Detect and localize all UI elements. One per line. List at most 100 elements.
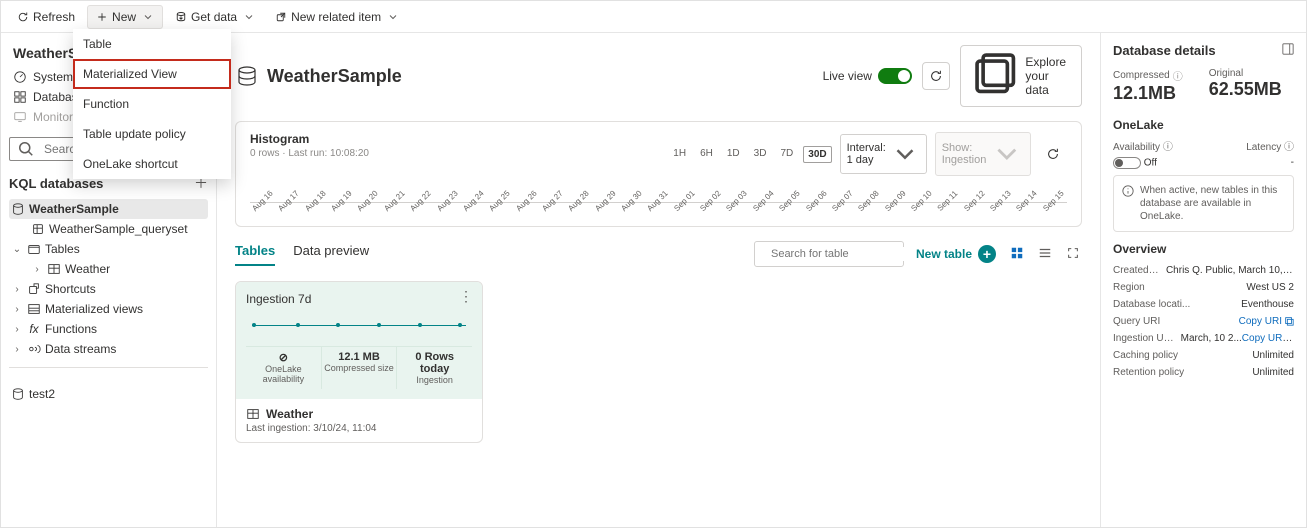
details-expand-button[interactable] bbox=[1282, 43, 1294, 58]
axis-tick: Aug 31 bbox=[645, 188, 670, 213]
explore-data-button[interactable]: Explore your data bbox=[960, 45, 1082, 107]
axis-tick: Aug 18 bbox=[303, 188, 328, 213]
tab-data-preview[interactable]: Data preview bbox=[293, 243, 369, 266]
show-ingestion-label: Show: Ingestion bbox=[942, 142, 987, 166]
fullscreen-button[interactable] bbox=[1064, 244, 1082, 265]
overview-query-uri-k: Query URI bbox=[1113, 316, 1160, 327]
tab-tables[interactable]: Tables bbox=[235, 243, 275, 266]
refresh-main-button[interactable] bbox=[922, 62, 950, 90]
live-view-toggle[interactable]: Live view bbox=[823, 68, 912, 84]
tables-tabs: Tables Data preview bbox=[235, 243, 369, 266]
details-title-text: Database details bbox=[1113, 43, 1216, 58]
divider bbox=[9, 367, 208, 368]
table-search-input[interactable] bbox=[769, 247, 915, 261]
tree-functions-label: Functions bbox=[45, 322, 97, 336]
histogram-axis: Aug 16Aug 17Aug 18Aug 19Aug 20Aug 21Aug … bbox=[250, 202, 1067, 216]
new-table-button[interactable]: New table + bbox=[916, 245, 996, 263]
table-card-weather[interactable]: ⋮ Ingestion 7d bbox=[235, 281, 483, 443]
tree-db-test2[interactable]: test2 bbox=[9, 384, 208, 404]
plus-icon bbox=[96, 11, 108, 23]
table-icon bbox=[246, 407, 260, 421]
overview-region-v: West US 2 bbox=[1246, 282, 1294, 293]
menu-item-materialized-view[interactable]: Materialized View bbox=[73, 59, 231, 89]
latency-value: - bbox=[1291, 157, 1294, 169]
menu-item-function[interactable]: Function bbox=[73, 89, 231, 119]
time-range-buttons: 1H 6H 1D 3D 7D 30D bbox=[669, 146, 831, 163]
get-data-button[interactable]: Get data bbox=[167, 6, 263, 28]
copy-uri-link[interactable]: Copy URI bbox=[1239, 316, 1282, 327]
size-compressed: Compressedⓘ 12.1MB bbox=[1113, 68, 1183, 104]
stream-icon bbox=[27, 342, 41, 356]
tree-queryset[interactable]: WeatherSample_queryset bbox=[9, 219, 208, 239]
axis-tick: Sep 03 bbox=[724, 188, 749, 213]
axis-tick: Aug 26 bbox=[514, 188, 539, 213]
tree-functions[interactable]: › fx Functions bbox=[9, 319, 208, 339]
interval-dropdown[interactable]: Interval: 1 day bbox=[840, 134, 927, 174]
axis-tick: Aug 30 bbox=[619, 188, 644, 213]
plus-circle-icon: + bbox=[978, 245, 996, 263]
mini-chart bbox=[246, 312, 472, 338]
grid-view-button[interactable] bbox=[1008, 244, 1026, 265]
new-button[interactable]: New bbox=[87, 5, 163, 29]
tree-weather-label: Weather bbox=[65, 262, 110, 276]
new-related-button[interactable]: New related item bbox=[267, 6, 407, 28]
copy-uri-link[interactable]: Copy URI bbox=[1242, 333, 1293, 344]
tree-data-streams[interactable]: › Data streams bbox=[9, 339, 208, 359]
axis-tick: Sep 01 bbox=[672, 188, 697, 213]
info-icon bbox=[1122, 185, 1134, 197]
tree-mat-views[interactable]: › Materialized views bbox=[9, 299, 208, 319]
tree-tables-group[interactable]: ⌄ Tables bbox=[9, 239, 208, 259]
info-icon[interactable]: ⓘ bbox=[1284, 142, 1294, 153]
range-1h-button[interactable]: 1H bbox=[669, 146, 690, 163]
tree-table-weather[interactable]: › Weather bbox=[9, 259, 208, 279]
tree-shortcuts[interactable]: › Shortcuts bbox=[9, 279, 208, 299]
stat-label: Compressed size bbox=[324, 363, 395, 373]
new-dropdown-menu: Table Materialized View Function Table u… bbox=[73, 29, 231, 179]
overview-retention-v: Unlimited bbox=[1252, 367, 1294, 378]
table-search[interactable] bbox=[754, 241, 904, 267]
histogram-refresh-button[interactable] bbox=[1039, 140, 1067, 168]
range-1d-button[interactable]: 1D bbox=[723, 146, 744, 163]
card-more-button[interactable]: ⋮ bbox=[459, 288, 474, 305]
stat-value: 12.1 MB bbox=[324, 351, 395, 363]
card-title: Ingestion 7d bbox=[246, 292, 472, 306]
refresh-button[interactable]: Refresh bbox=[9, 6, 83, 28]
chevron-down-icon bbox=[990, 137, 1024, 171]
tree-db-weathersample[interactable]: WeatherSample bbox=[9, 199, 208, 219]
axis-tick: Sep 05 bbox=[777, 188, 802, 213]
refresh-icon bbox=[17, 11, 29, 23]
range-3d-button[interactable]: 3D bbox=[750, 146, 771, 163]
overview-caching-k: Caching policy bbox=[1113, 350, 1178, 361]
info-icon[interactable]: ⓘ bbox=[1163, 142, 1173, 153]
page-title-text: WeatherSample bbox=[267, 66, 402, 87]
chevron-right-icon: › bbox=[31, 264, 43, 275]
chevron-down-icon bbox=[243, 11, 255, 23]
histogram-card: Histogram 0 rows · Last run: 10:08:20 1H… bbox=[235, 121, 1082, 227]
overview-location-k: Database locati... bbox=[1113, 299, 1190, 310]
copy-icon[interactable] bbox=[1284, 316, 1294, 326]
table-icon bbox=[47, 262, 61, 276]
gauge-icon bbox=[13, 70, 27, 84]
info-icon[interactable]: ⓘ bbox=[1173, 68, 1183, 83]
range-6h-button[interactable]: 6H bbox=[696, 146, 717, 163]
link-out-icon bbox=[275, 11, 287, 23]
menu-item-onelake-shortcut[interactable]: OneLake shortcut bbox=[73, 149, 231, 179]
list-view-button[interactable] bbox=[1036, 244, 1054, 265]
axis-tick: Sep 08 bbox=[856, 188, 881, 213]
availability-toggle[interactable]: Off bbox=[1113, 157, 1157, 169]
range-30d-button[interactable]: 30D bbox=[803, 146, 831, 163]
show-ingestion-dropdown[interactable]: Show: Ingestion bbox=[935, 132, 1031, 176]
off-label: Off bbox=[1144, 158, 1157, 169]
matview-icon bbox=[27, 302, 41, 316]
menu-item-table[interactable]: Table bbox=[73, 29, 231, 59]
axis-tick: Sep 04 bbox=[751, 188, 776, 213]
menu-item-table-update-policy[interactable]: Table update policy bbox=[73, 119, 231, 149]
overview-ingestion-url-k: Ingestion URL bbox=[1113, 333, 1175, 344]
chevron-right-icon: › bbox=[11, 284, 23, 295]
chevron-right-icon: › bbox=[11, 344, 23, 355]
original-label: Original bbox=[1209, 68, 1282, 79]
range-7d-button[interactable]: 7D bbox=[776, 146, 797, 163]
axis-tick: Sep 14 bbox=[1014, 188, 1039, 213]
overview-location-v: Eventhouse bbox=[1241, 299, 1294, 310]
database-icon bbox=[235, 64, 259, 88]
